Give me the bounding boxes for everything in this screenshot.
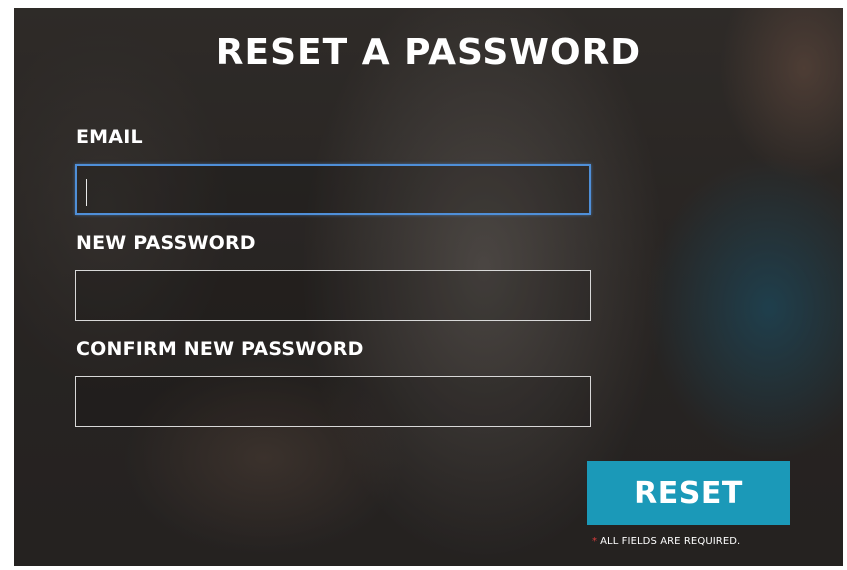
reset-button[interactable]: RESET	[587, 461, 790, 525]
confirm-password-label: CONFIRM NEW PASSWORD	[76, 338, 364, 360]
required-asterisk: *	[592, 536, 598, 547]
reset-password-panel: RESET A PASSWORD EMAIL NEW PASSWORD CONF…	[14, 8, 843, 566]
email-label: EMAIL	[76, 126, 143, 148]
text-cursor	[86, 179, 87, 206]
page: RESET A PASSWORD EMAIL NEW PASSWORD CONF…	[0, 0, 847, 570]
required-fields-note: * ALL FIELDS ARE REQUIRED.	[592, 536, 740, 547]
new-password-label: NEW PASSWORD	[76, 232, 256, 254]
required-note-text: ALL FIELDS ARE REQUIRED.	[600, 536, 741, 547]
new-password-field[interactable]	[75, 270, 591, 321]
page-title: RESET A PASSWORD	[215, 32, 642, 73]
email-field[interactable]	[75, 164, 591, 215]
confirm-password-field[interactable]	[75, 376, 591, 427]
